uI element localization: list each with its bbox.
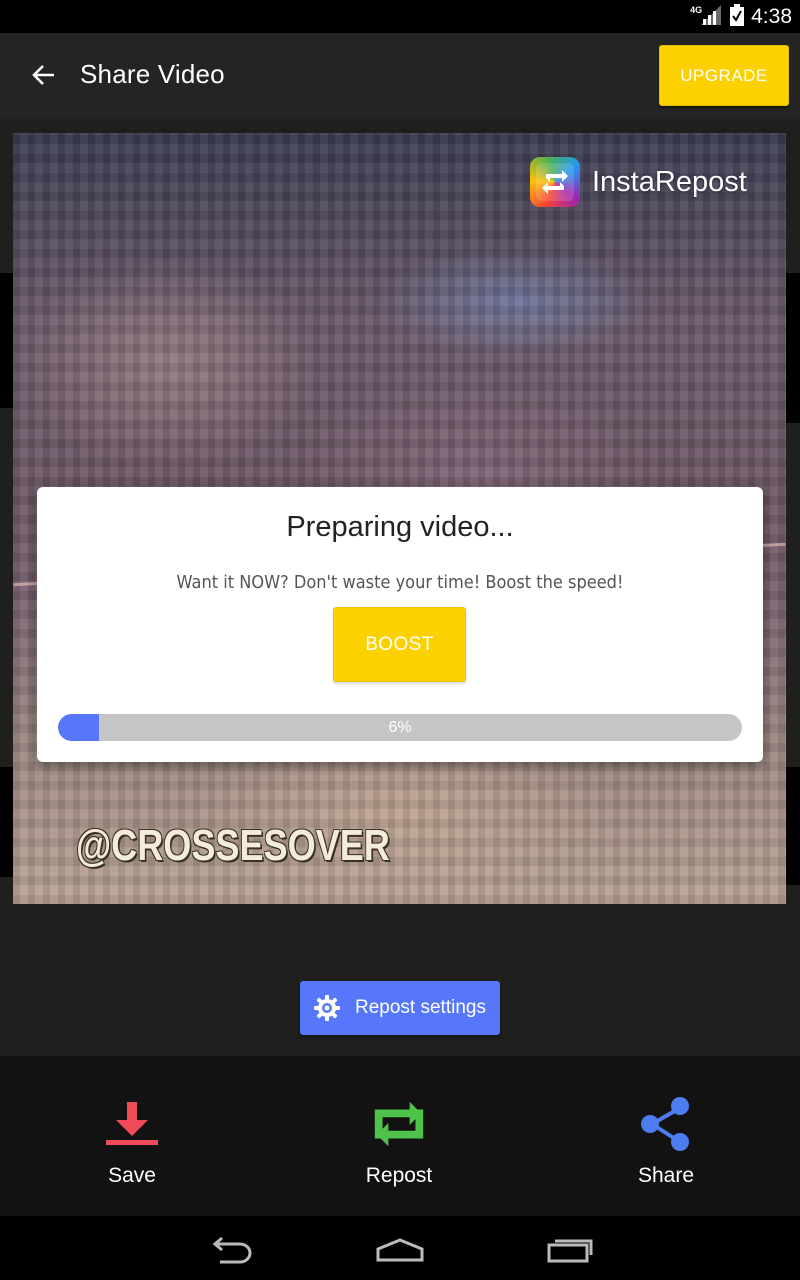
instarepost-watermark: InstaRepost bbox=[530, 157, 747, 207]
gear-icon bbox=[311, 992, 343, 1024]
clock: 4:38 bbox=[751, 5, 792, 28]
share-button[interactable]: Share bbox=[566, 1056, 766, 1216]
share-label: Share bbox=[637, 1164, 695, 1187]
status-bar: 4G 4:38 bbox=[0, 0, 800, 33]
back-button[interactable] bbox=[25, 57, 61, 93]
system-nav-bar bbox=[0, 1216, 800, 1280]
side-strip bbox=[786, 273, 800, 423]
home-nav-icon[interactable] bbox=[370, 1230, 430, 1270]
arrow-back-icon bbox=[32, 65, 54, 85]
repost-icon bbox=[369, 1096, 429, 1152]
network-type-label: 4G bbox=[690, 5, 703, 15]
side-strip bbox=[786, 767, 800, 885]
download-icon bbox=[102, 1096, 162, 1152]
progress-bar: 6% bbox=[58, 714, 742, 741]
repost-button[interactable]: Repost bbox=[299, 1056, 499, 1216]
repost-settings-label: Repost settings bbox=[355, 997, 486, 1018]
signal-icon bbox=[701, 4, 723, 30]
status-icons: 4G 4:38 bbox=[690, 3, 792, 31]
recents-nav-icon[interactable] bbox=[540, 1230, 600, 1270]
page-title: Share Video bbox=[80, 59, 225, 89]
save-label: Save bbox=[108, 1164, 156, 1187]
dialog-message: Want it NOW? Don't waste your time! Boos… bbox=[176, 572, 624, 593]
instarepost-logo-icon bbox=[530, 157, 580, 207]
battery-icon bbox=[730, 3, 745, 31]
repost-label: Repost bbox=[365, 1164, 433, 1187]
preparing-dialog: Preparing video... Want it NOW? Don't wa… bbox=[37, 487, 763, 762]
action-bar: Save Repost Share bbox=[0, 1056, 800, 1216]
save-button[interactable]: Save bbox=[32, 1056, 232, 1216]
dialog-title: Preparing video... bbox=[286, 511, 514, 543]
share-icon bbox=[636, 1096, 696, 1152]
watermark-text: InstaRepost bbox=[592, 165, 747, 198]
progress-label: 6% bbox=[388, 718, 412, 736]
side-strip bbox=[0, 273, 13, 408]
share-video-screen: 4G 4:38 Share Video UPGRADE InstaRepost … bbox=[0, 0, 800, 1280]
side-strip bbox=[0, 767, 13, 877]
app-bar: Share Video UPGRADE bbox=[0, 33, 800, 119]
video-handle-text: @CROSSESOVER bbox=[76, 821, 390, 870]
back-nav-icon[interactable] bbox=[200, 1230, 260, 1270]
repost-settings-button[interactable]: Repost settings bbox=[300, 981, 500, 1035]
boost-button[interactable]: BOOST bbox=[333, 607, 466, 682]
upgrade-button[interactable]: UPGRADE bbox=[659, 45, 789, 106]
